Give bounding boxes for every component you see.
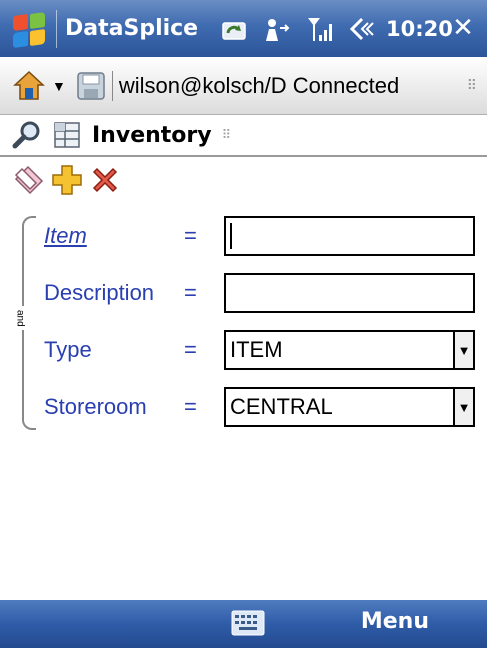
table-view-icon[interactable]: [52, 120, 82, 150]
delete-icon[interactable]: [88, 163, 122, 197]
title-separator: [56, 9, 57, 48]
signal-icon[interactable]: [302, 12, 336, 46]
and-group-label: and: [12, 306, 28, 330]
app-title: DataSplice: [65, 16, 199, 41]
chevron-down-icon[interactable]: ▼: [52, 78, 66, 94]
action-toolbar: [0, 160, 122, 200]
title-bar: DataSplice 10:20 ✕: [0, 0, 487, 57]
item-label-link[interactable]: Item: [44, 223, 184, 249]
storeroom-label: Storeroom: [44, 394, 147, 419]
windows-logo-icon[interactable]: [10, 9, 50, 49]
connection-separator: [111, 70, 113, 101]
clock[interactable]: 10:20: [386, 17, 453, 41]
type-select[interactable]: ITEM ▼: [224, 330, 475, 370]
storeroom-select[interactable]: CENTRAL ▼: [224, 387, 475, 427]
save-icon[interactable]: [76, 71, 106, 101]
home-icon[interactable]: [12, 69, 46, 103]
form-row-storeroom: Storeroom =: [44, 385, 224, 429]
connection-bar: ▼ wilson@kolsch/D Connected ⠿: [0, 57, 487, 115]
softkey-bar: Menu: [0, 600, 487, 648]
add-icon[interactable]: [50, 163, 84, 197]
item-operator[interactable]: =: [184, 223, 224, 249]
storeroom-operator[interactable]: =: [184, 394, 224, 420]
view-title[interactable]: Inventory: [92, 123, 212, 148]
toolbar-grip-icon[interactable]: ⠿: [467, 77, 477, 94]
menu-softkey[interactable]: Menu: [361, 609, 429, 634]
form-row-type: Type =: [44, 328, 224, 372]
sync-icon[interactable]: [218, 12, 252, 46]
search-icon[interactable]: [12, 120, 42, 150]
description-label: Description: [44, 280, 155, 305]
view-grip-icon[interactable]: ⠿: [222, 127, 232, 143]
type-operator[interactable]: =: [184, 337, 224, 363]
chevron-down-icon[interactable]: ▼: [453, 332, 473, 368]
description-operator[interactable]: =: [184, 280, 224, 306]
connectivity-icon[interactable]: [260, 12, 294, 46]
close-button[interactable]: ✕: [447, 13, 479, 43]
view-bar: Inventory ⠿: [0, 115, 487, 157]
eraser-icon[interactable]: [12, 163, 46, 197]
form-row-item: Item =: [44, 214, 224, 258]
storeroom-select-value: CENTRAL: [230, 394, 333, 419]
volume-icon[interactable]: [344, 12, 378, 46]
description-input[interactable]: [224, 273, 475, 313]
form-row-description: Description =: [44, 271, 224, 315]
keyboard-icon[interactable]: [231, 610, 265, 636]
connection-status[interactable]: wilson@kolsch/D Connected: [119, 73, 399, 99]
type-select-value: ITEM: [230, 337, 283, 362]
text-caret: [230, 223, 232, 249]
item-input[interactable]: [224, 216, 475, 256]
chevron-down-icon[interactable]: ▼: [453, 389, 473, 425]
type-label: Type: [44, 337, 92, 362]
